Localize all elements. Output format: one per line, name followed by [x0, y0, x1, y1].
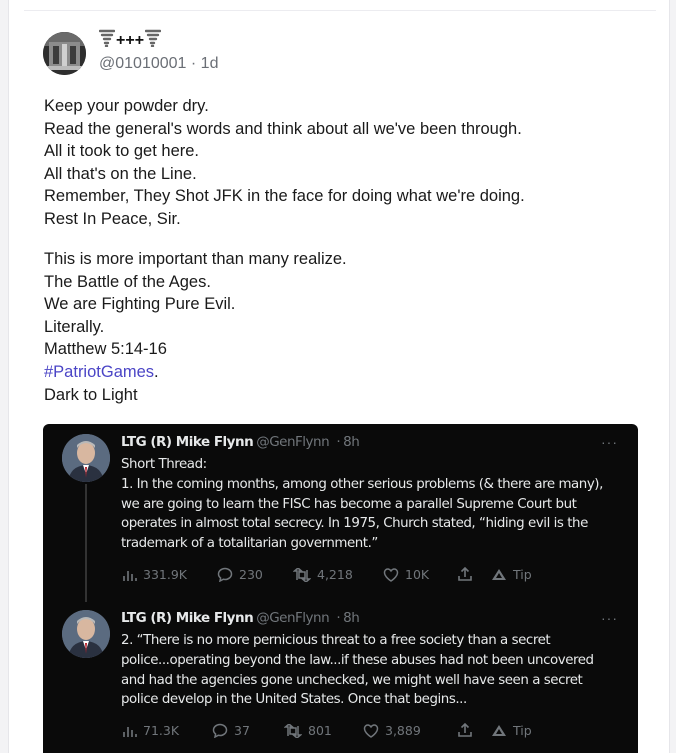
- views-count: 331.9K: [143, 567, 187, 582]
- tweet-avatar: [62, 610, 110, 658]
- tweet-line: 1. In the coming months, among other ser…: [121, 476, 603, 492]
- tornado-icon: [98, 29, 116, 52]
- body-line: This is more important than many realize…: [44, 250, 347, 269]
- post-age[interactable]: 1d: [201, 55, 219, 72]
- retweet-stat: 801: [284, 723, 332, 738]
- tweet-header: LTG (R) Mike Flynn @GenFlynn · 8h: [121, 434, 360, 450]
- views-stat: 71.3K: [123, 723, 179, 738]
- views-icon: [123, 726, 137, 737]
- tweet-line: we are going to learn the FISC has becom…: [121, 496, 577, 512]
- tweet-separator: ·: [336, 610, 341, 626]
- tweet-line: 2. “There is no more pernicious threat t…: [121, 633, 551, 648]
- body-line: All that's on the Line.: [44, 164, 197, 183]
- more-icon: ···: [601, 610, 618, 626]
- body-line: The Battle of the Ages.: [44, 272, 211, 291]
- tip-stat: Tip: [491, 723, 532, 738]
- body-line: All it took to get here.: [44, 142, 200, 161]
- retweet-icon: [293, 567, 311, 582]
- display-name-text: +++: [116, 31, 145, 49]
- tornado-icon: [144, 29, 162, 52]
- reply-icon: [217, 567, 233, 582]
- retweet-count: 801: [308, 723, 332, 738]
- body-line: Dark to Light: [44, 385, 138, 404]
- tweet-line: trademark of a totalitarian government.”: [121, 536, 378, 552]
- tweet-text: 2. “There is no more pernicious threat t…: [121, 631, 621, 710]
- share-stat: [458, 567, 472, 581]
- tweet-line: police...operating beyond the law...if t…: [121, 652, 594, 668]
- hashtag-line: #PatriotGames.: [44, 361, 644, 384]
- tweet-author-name: LTG (R) Mike Flynn: [121, 434, 254, 450]
- thread-line: [85, 484, 87, 602]
- like-stat: 10K: [383, 567, 429, 582]
- avatar-image: [43, 32, 86, 75]
- embedded-image[interactable]: LTG (R) Mike Flynn @GenFlynn · 8h ··· Shor…: [43, 424, 638, 753]
- body-line: Matthew 5:14-16: [44, 340, 167, 359]
- tweet-age: 8h: [343, 434, 360, 450]
- tweet-line: Short Thread:: [121, 457, 207, 472]
- tip-stat: Tip: [491, 567, 532, 582]
- like-count: 3,889: [385, 723, 421, 738]
- tweet-actions: 331.9K 230 4,218 10K Tip: [121, 567, 621, 587]
- reply-stat: 37: [212, 723, 250, 738]
- avatar[interactable]: [43, 32, 86, 75]
- tweet-author-name: LTG (R) Mike Flynn: [121, 610, 254, 626]
- tip-icon: [492, 725, 506, 736]
- post-meta: @01010001 · 1d: [99, 55, 218, 73]
- tweet-header: LTG (R) Mike Flynn @GenFlynn · 8h: [121, 610, 360, 626]
- reply-count: 230: [239, 567, 263, 582]
- share-icon: [458, 567, 472, 581]
- tweet-line: police develop in the United States. Onc…: [121, 692, 467, 708]
- body-line: Literally.: [44, 317, 105, 336]
- tweet-line: and had the agencies gone unchecked, we …: [121, 672, 583, 688]
- post-body: Keep your powder dry. Read the general's…: [44, 95, 644, 406]
- post-handle[interactable]: @01010001: [99, 55, 186, 72]
- tip-icon: [492, 569, 506, 580]
- tweet-handle: @GenFlynn: [256, 434, 330, 450]
- like-count: 10K: [405, 567, 430, 582]
- divider: [24, 10, 656, 11]
- body-line: Remember, They Shot JFK in the face for …: [44, 187, 525, 206]
- retweet-count: 4,218: [317, 567, 353, 582]
- tweet-age: 8h: [343, 610, 360, 626]
- body-line: Keep your powder dry.: [44, 97, 209, 115]
- tip-label: Tip: [513, 723, 532, 738]
- meta-separator: ·: [190, 55, 197, 72]
- body-line: Read the general's words and think about…: [44, 119, 522, 138]
- retweet-stat: 4,218: [293, 567, 353, 582]
- body-line: We are Fighting Pure Evil.: [44, 295, 236, 314]
- retweet-icon: [284, 723, 302, 738]
- heart-icon: [363, 723, 379, 738]
- tweet-line: operates in almost total secrecy. In 197…: [121, 516, 588, 532]
- views-stat: 331.9K: [123, 567, 187, 582]
- post-author-name[interactable]: +++: [98, 29, 162, 52]
- like-stat: 3,889: [363, 723, 421, 738]
- reply-stat: 230: [217, 567, 263, 582]
- more-icon: ···: [601, 434, 618, 450]
- share-icon: [458, 723, 472, 737]
- tweet-handle: @GenFlynn: [256, 610, 330, 626]
- hashtag-link[interactable]: #PatriotGames: [44, 363, 154, 381]
- tweet-actions: 71.3K 37 801 3,889 Tip: [121, 723, 621, 743]
- reply-count: 37: [234, 723, 250, 738]
- hashtag-suffix: .: [154, 363, 159, 382]
- share-stat: [458, 723, 472, 737]
- body-line: Rest In Peace, Sir.: [44, 209, 181, 228]
- reply-icon: [212, 723, 228, 738]
- tweet-avatar: [62, 434, 110, 482]
- heart-icon: [383, 567, 399, 582]
- tweet-separator: ·: [336, 434, 341, 450]
- views-icon: [123, 570, 137, 581]
- tweet-text: Short Thread: 1. In the coming months, a…: [121, 455, 621, 554]
- views-count: 71.3K: [143, 723, 180, 738]
- tip-label: Tip: [513, 567, 532, 582]
